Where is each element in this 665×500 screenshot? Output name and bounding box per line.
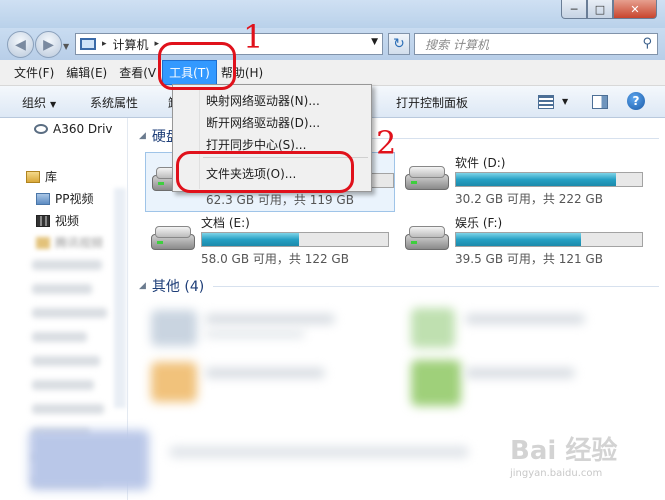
blurred-row: [32, 332, 87, 342]
sidebar-item-blurred[interactable]: 腾讯视频: [36, 234, 103, 251]
refresh-icon[interactable]: ↻: [388, 33, 410, 55]
group-header-other-label: 其他 (4): [151, 279, 205, 295]
drive-free-space: 30.2 GB 可用，共 222 GB: [455, 192, 603, 206]
title-bar: ─ □ ✕: [0, 0, 665, 28]
baidu-watermark-logo: Bai 经验: [510, 436, 618, 466]
film-icon: [36, 214, 50, 227]
organize-dropdown-icon: ▼: [50, 100, 57, 109]
blurred-item-icon: [411, 308, 455, 348]
organize-label: 组织: [22, 96, 47, 110]
sidebar-item-pp-video-label: PP视频: [55, 192, 94, 206]
history-dropdown-icon[interactable]: ▼: [63, 42, 69, 51]
blurred-row: [32, 356, 100, 366]
drive-name: 娱乐 (F:): [455, 216, 503, 230]
group-header-other[interactable]: ◢ 其他 (4): [139, 276, 204, 296]
cloud-drive-icon: [34, 124, 48, 134]
group-divider: [213, 286, 659, 287]
forward-arrow-icon[interactable]: ▶: [35, 31, 62, 58]
search-placeholder: 搜索 计算机: [425, 37, 489, 52]
sidebar-item-library-label: 库: [45, 170, 58, 184]
open-control-panel-button[interactable]: 打开控制面板: [396, 94, 468, 111]
hard-disk-icon: [405, 224, 449, 254]
drive-usage-fill: [456, 233, 581, 246]
menu-bar: 文件(F) 编辑(E) 查看(V 工具(T) 帮助(H): [0, 60, 665, 86]
annotation-oval-tools-menu: [158, 42, 236, 90]
navigation-bar: ◀ ▶ ▼ ▸ 计算机 ▸ ▼ ↻ 搜索 计算机 ⚲: [0, 28, 665, 60]
minimize-button[interactable]: ─: [561, 0, 587, 19]
annotation-step-2: 2: [376, 124, 397, 162]
menu-file[interactable]: 文件(F): [8, 61, 60, 84]
blurred-detail-area: [29, 430, 149, 490]
blurred-item-label: [205, 314, 335, 324]
view-options-icon[interactable]: [538, 95, 554, 109]
blurred-item-label: [465, 314, 585, 324]
blurred-row: [32, 380, 94, 390]
blurred-item-icon: [151, 362, 197, 402]
drive-usage-bar: [455, 232, 643, 247]
drive-usage-fill: [202, 233, 299, 246]
blurred-detail-text: [169, 446, 469, 458]
drive-usage-bar: [455, 172, 643, 187]
blurred-item-label: [465, 368, 575, 378]
breadcrumb-separator: ▸: [102, 39, 107, 49]
sidebar-item-a360-label: A360 Driv: [53, 122, 113, 136]
drive-free-space: 62.3 GB 可用，共 119 GB: [206, 193, 354, 207]
menu-item-disconnect-network-drive[interactable]: 断开网络驱动器(D)...: [206, 114, 320, 131]
drive-f[interactable]: 娱乐 (F:) 39.5 GB 可用，共 121 GB: [399, 212, 649, 272]
drive-usage-bar: [201, 232, 389, 247]
preview-pane-icon[interactable]: [592, 95, 608, 109]
menu-item-map-network-drive[interactable]: 映射网络驱动器(N)...: [206, 92, 320, 109]
sidebar-item-blurred-label: 腾讯视频: [55, 236, 104, 250]
help-icon[interactable]: ?: [627, 92, 645, 110]
sidebar-item-library[interactable]: 库: [26, 168, 57, 185]
annotation-oval-folder-options: [176, 151, 354, 193]
back-arrow-icon[interactable]: ◀: [7, 31, 34, 58]
blurred-item-label: [205, 368, 325, 378]
sidebar-item-video-label: 视频: [55, 214, 80, 228]
blurred-row: [32, 308, 107, 318]
blurred-row: [32, 284, 92, 294]
folder-icon-blurred: [36, 236, 50, 249]
drive-d[interactable]: 软件 (D:) 30.2 GB 可用，共 222 GB: [399, 152, 649, 212]
computer-icon: [80, 38, 96, 50]
blurred-item-icon: [411, 360, 461, 406]
menu-view[interactable]: 查看(V: [113, 61, 162, 84]
sidebar-item-pp-video[interactable]: PP视频: [36, 190, 93, 207]
system-properties-button[interactable]: 系统属性: [90, 94, 138, 111]
baidu-watermark-url: jingyan.baidu.com: [510, 468, 603, 479]
maximize-button[interactable]: □: [587, 0, 613, 19]
menu-edit[interactable]: 编辑(E): [60, 61, 113, 84]
blurred-row: [32, 260, 102, 270]
view-dropdown-icon[interactable]: ▼: [562, 97, 568, 106]
blurred-item-icon: [151, 310, 197, 346]
address-dropdown-icon[interactable]: ▼: [371, 37, 378, 47]
drive-free-space: 39.5 GB 可用，共 121 GB: [455, 252, 603, 266]
breadcrumb-computer[interactable]: 计算机: [113, 36, 149, 53]
drive-free-space: 58.0 GB 可用，共 122 GB: [201, 252, 349, 266]
hard-disk-icon: [405, 164, 449, 194]
window-controls: ─ □ ✕: [561, 0, 657, 19]
collapse-icon: ◢: [139, 281, 146, 291]
annotation-step-1: 1: [243, 18, 264, 56]
drive-usage-fill: [456, 173, 616, 186]
drive-e[interactable]: 文档 (E:) 58.0 GB 可用，共 122 GB: [145, 212, 395, 272]
blurred-row: [32, 404, 104, 414]
close-button[interactable]: ✕: [613, 0, 657, 19]
drive-name: 文档 (E:): [201, 216, 250, 230]
organize-button[interactable]: 组织 ▼: [22, 94, 56, 111]
breadcrumb-separator-2[interactable]: ▸: [155, 39, 160, 49]
sidebar-scrollbar[interactable]: [114, 188, 126, 408]
sidebar-item-a360[interactable]: A360 Driv: [34, 122, 113, 136]
library-icon: [26, 170, 40, 183]
sidebar-item-video[interactable]: 视频: [36, 212, 79, 229]
search-input[interactable]: 搜索 计算机 ⚲: [414, 33, 658, 55]
collapse-icon: ◢: [139, 131, 146, 141]
blurred-item-label: [205, 330, 305, 338]
hard-disk-icon: [151, 224, 195, 254]
search-icon[interactable]: ⚲: [642, 36, 652, 51]
drive-name: 软件 (D:): [455, 156, 506, 170]
folder-icon: [36, 192, 50, 205]
